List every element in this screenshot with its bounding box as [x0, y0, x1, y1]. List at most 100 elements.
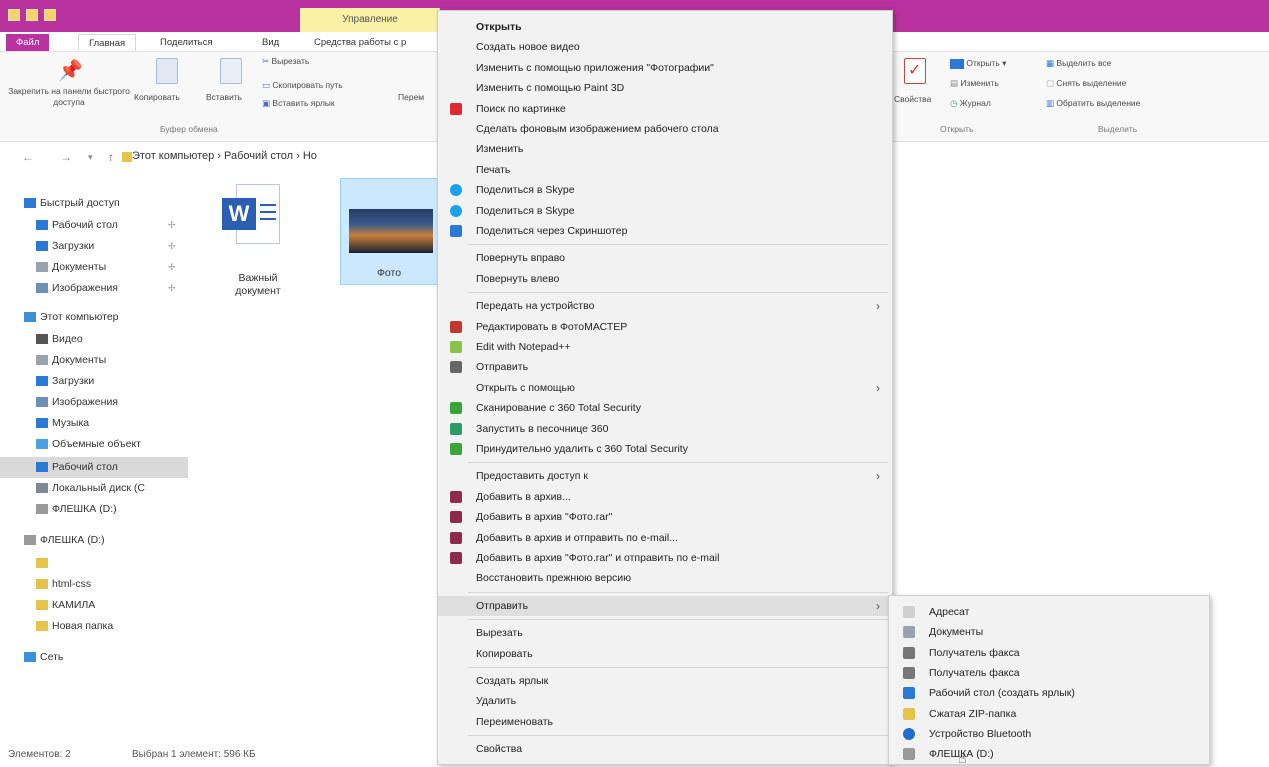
move-button[interactable]: Перем [398, 92, 424, 103]
sidebar-item[interactable]: Рабочий стол [0, 457, 188, 478]
cut-button[interactable]: ✂ Вырезать [262, 56, 309, 67]
forward-arrow-icon[interactable]: → [60, 150, 72, 164]
edit-button[interactable]: ▤ Изменить [950, 78, 999, 89]
sidebar-item[interactable]: Загрузки ✢ [0, 236, 188, 257]
sidebar-item[interactable]: Быстрый доступ [0, 193, 188, 214]
context-menu-item[interactable]: Добавить в архив... [438, 487, 892, 507]
send-to-item[interactable]: Получатель факса [889, 643, 1209, 663]
send-to-item[interactable]: Документы [889, 622, 1209, 642]
context-menu-item[interactable]: Создать новое видео [438, 37, 892, 57]
paste-shortcut-button[interactable]: ▣ Вставить ярлык [262, 98, 335, 109]
back-arrow-icon[interactable]: ← [22, 150, 34, 164]
context-menu-item[interactable]: Изменить [438, 139, 892, 159]
sidebar-item[interactable]: Локальный диск (C [0, 478, 188, 499]
tab-file[interactable]: Файл [6, 34, 50, 51]
pin-icon[interactable]: ✢ [168, 257, 176, 278]
sidebar-item[interactable]: Этот компьютер [0, 307, 188, 328]
context-menu-item[interactable]: Edit with Notepad++ [438, 337, 892, 357]
select-none-button[interactable]: ▢ Снять выделение [1046, 78, 1126, 89]
sidebar-item[interactable]: Документы ✢ [0, 257, 188, 278]
context-menu-item[interactable]: Добавить в архив "Фото.rar" и отправить … [438, 548, 892, 568]
context-menu-item[interactable]: Поиск по картинке [438, 99, 892, 119]
send-to-item[interactable]: Получатель факса [889, 663, 1209, 683]
sidebar-item[interactable]: Сеть [0, 647, 188, 668]
context-menu-item[interactable]: Повернуть вправо [438, 248, 892, 268]
copy-path-button[interactable]: ▭ Скопировать путь [262, 80, 343, 91]
paste-button[interactable]: Вставить [206, 92, 242, 103]
context-menu-item[interactable]: Предоставить доступ к › [438, 466, 892, 486]
context-menu-item[interactable]: Отправить › [438, 595, 892, 616]
context-menu-item[interactable]: Печать [438, 160, 892, 180]
context-menu-item[interactable]: Повернуть влево [438, 269, 892, 289]
up-arrow-icon[interactable]: ↑ [108, 150, 114, 164]
context-menu-item[interactable]: Открыть с помощью › [438, 378, 892, 398]
tab-view[interactable]: Вид [252, 34, 289, 51]
sidebar-item[interactable]: Изображения [0, 392, 188, 413]
context-menu-item[interactable]: Редактировать в ФотоМАСТЕР [438, 317, 892, 337]
pin-icon[interactable]: ✢ [168, 278, 176, 299]
context-menu-item[interactable]: Изменить с помощью Paint 3D [438, 78, 892, 98]
tab-picture-tools[interactable]: Средства работы с р [304, 34, 438, 51]
context-menu-item[interactable]: Запустить в песочнице 360 [438, 419, 892, 439]
word-document-name[interactable]: Важный документ [218, 272, 298, 298]
manage-context-tab[interactable]: Управление [300, 8, 440, 32]
sidebar-item[interactable]: ФЛЕШКА (D:) [0, 530, 188, 551]
select-all-button[interactable]: ▦ Выделить все [1046, 58, 1111, 69]
copy-button[interactable]: Копировать [134, 92, 180, 103]
sidebar-item[interactable]: Объемные объект [0, 434, 188, 455]
context-menu-item[interactable]: Изменить с помощью приложения "Фотографи… [438, 58, 892, 78]
quick-access-toolbar[interactable] [8, 9, 56, 21]
sidebar-item[interactable]: Документы [0, 350, 188, 371]
context-menu-item[interactable]: Принудительно удалить с 360 Total Securi… [438, 439, 892, 459]
context-menu-item[interactable]: Вырезать [438, 623, 892, 643]
send-to-item[interactable]: ФЛЕШКА (D:) [889, 744, 1209, 764]
send-to-item[interactable]: Адресат [889, 602, 1209, 622]
context-menu-item[interactable]: Создать ярлык [438, 671, 892, 691]
breadcrumb[interactable]: Этот компьютер › Рабочий стол › Но [132, 150, 317, 162]
pin-quick-access-button[interactable]: Закрепить на панели быстрого доступа [8, 86, 130, 108]
context-menu-item[interactable]: Поделиться через Скриншотер [438, 221, 892, 241]
context-menu-item[interactable]: Открыть [438, 17, 892, 37]
sidebar-item[interactable] [0, 553, 188, 574]
open-button[interactable]: Открыть ▾ [950, 58, 1006, 69]
context-menu-item[interactable]: Отправить [438, 357, 892, 377]
context-menu-item[interactable]: Удалить [438, 691, 892, 711]
sidebar-item[interactable]: html-css [0, 574, 188, 595]
sidebar-item[interactable]: ФЛЕШКА (D:) [0, 499, 188, 520]
sidebar-item[interactable]: Новая папка [0, 616, 188, 637]
context-menu-item[interactable]: Передать на устройство › [438, 296, 892, 316]
sidebar-item[interactable]: КАМИЛА [0, 595, 188, 616]
sidebar-item[interactable]: Изображения ✢ [0, 278, 188, 299]
pin-icon[interactable]: ✢ [168, 215, 176, 236]
folder-icon[interactable] [8, 9, 20, 21]
invert-selection-button[interactable]: ▥ Обратить выделение [1046, 98, 1140, 109]
context-menu-item[interactable]: Копировать [438, 644, 892, 664]
context-menu-item[interactable]: Поделиться в Skype [438, 180, 892, 200]
new-folder-icon[interactable] [44, 9, 56, 21]
properties-button[interactable]: Свойства [894, 94, 931, 105]
save-icon[interactable] [26, 9, 38, 21]
sidebar-item[interactable]: Загрузки [0, 371, 188, 392]
context-menu-item[interactable]: Сканирование с 360 Total Security [438, 398, 892, 418]
context-menu-item[interactable]: Переименовать [438, 712, 892, 732]
send-to-item[interactable]: Рабочий стол (создать ярлык) [889, 683, 1209, 703]
context-menu-item[interactable]: Добавить в архив и отправить по e-mail..… [438, 528, 892, 548]
sidebar-item[interactable]: Музыка [0, 413, 188, 434]
context-menu-item[interactable]: Добавить в архив "Фото.rar" [438, 507, 892, 527]
send-to-item[interactable]: Сжатая ZIP-папка [889, 704, 1209, 724]
sidebar-item[interactable]: Видео [0, 329, 188, 350]
context-menu-item[interactable]: Сделать фоновым изображением рабочего ст… [438, 119, 892, 139]
context-menu-item[interactable]: Свойства [438, 739, 892, 759]
context-menu-item[interactable]: Поделиться в Skype [438, 201, 892, 221]
send-to-item[interactable]: Устройство Bluetooth [889, 724, 1209, 744]
properties-icon: ✓ [904, 58, 926, 84]
chevron-down-icon[interactable]: ▾ [88, 152, 93, 163]
tab-share[interactable]: Поделиться [150, 34, 222, 51]
photo-file-selected[interactable]: Фото [340, 178, 438, 285]
history-button[interactable]: ◷ Журнал [950, 98, 991, 109]
pin-icon[interactable]: ✢ [168, 236, 176, 257]
context-menu-item[interactable]: Восстановить прежнюю версию [438, 568, 892, 588]
sidebar-item[interactable]: Рабочий стол ✢ [0, 215, 188, 236]
word-document-icon[interactable]: W [222, 184, 280, 254]
tab-home[interactable]: Главная [78, 34, 137, 51]
